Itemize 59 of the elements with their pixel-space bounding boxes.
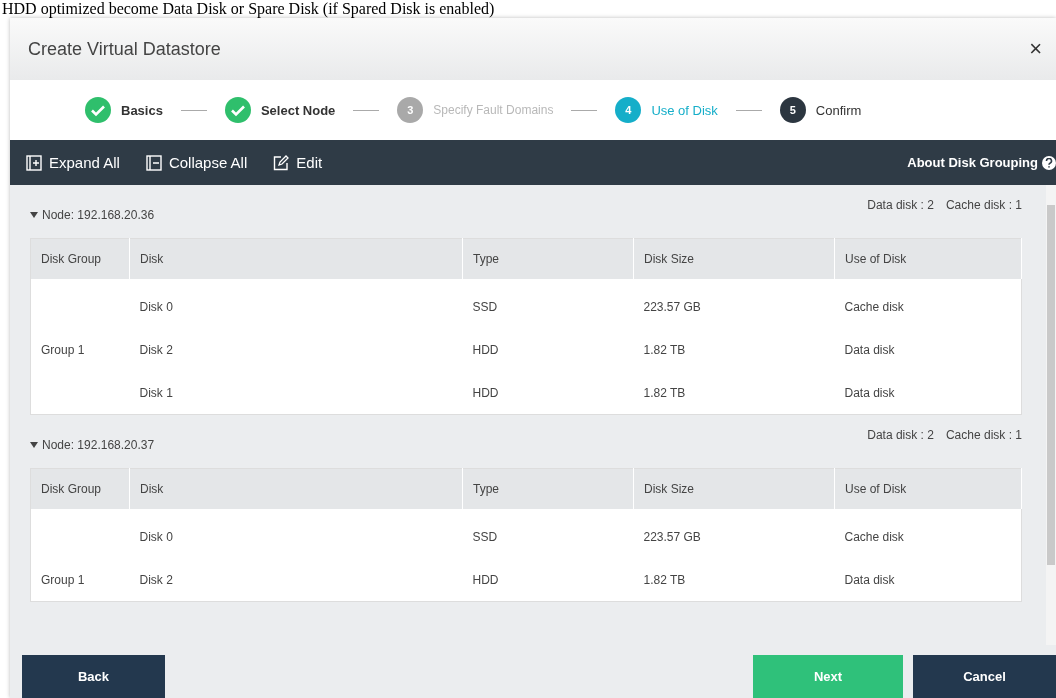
table-cell: Data disk <box>834 328 1022 371</box>
table-cell: 1.82 TB <box>633 558 835 602</box>
step-number: 3 <box>397 97 424 123</box>
step-label: Use of Disk <box>651 102 718 118</box>
column-header: Use of Disk <box>834 468 1022 509</box>
step-label: Specify Fault Domains <box>433 103 554 117</box>
table-cell: 223.57 GB <box>633 279 835 328</box>
column-header: Type <box>462 238 634 279</box>
caption-text: HDD optimized become Data Disk or Spare Disk (if Spared Disk is enabled) <box>2 0 495 17</box>
table-cell: Cache disk <box>834 279 1022 328</box>
close-button[interactable]: × <box>1027 36 1044 62</box>
column-header: Disk Size <box>633 238 835 279</box>
step-number: 4 <box>615 97 642 123</box>
table-cell: Data disk <box>834 558 1022 602</box>
column-header: Type <box>462 468 634 509</box>
table-cell: Group 1 <box>30 558 130 602</box>
cancel-button[interactable]: Cancel <box>913 655 1056 698</box>
step-label: Basics <box>121 102 163 118</box>
collapse-all-icon <box>145 154 162 171</box>
help-link[interactable]: About Disk Grouping <box>907 155 1056 170</box>
table-cell: Group 1 <box>30 328 130 371</box>
back-button[interactable]: Back <box>22 655 165 698</box>
collapse-all-button[interactable]: Collapse All <box>145 154 248 171</box>
table-cell: 1.82 TB <box>633 328 835 371</box>
edit-icon <box>273 154 290 171</box>
table-cell: HDD <box>462 558 634 602</box>
dialog-title: Create Virtual Datastore <box>28 38 221 60</box>
step-label: Select Node <box>260 102 336 118</box>
column-header: Disk <box>129 468 463 509</box>
table-cell: Disk 2 <box>129 328 463 371</box>
step-label: Confirm <box>815 102 862 118</box>
column-header: Disk Group <box>30 238 130 279</box>
disk-count: Data disk : 2 <box>867 428 934 442</box>
caret-icon <box>30 442 38 448</box>
table-cell: 1.82 TB <box>633 371 835 415</box>
table-cell: Disk 0 <box>129 279 463 328</box>
disk-count: Data disk : 2 <box>867 198 934 212</box>
disk-count: Cache disk : 1 <box>945 428 1022 442</box>
edit-button[interactable]: Edit <box>273 154 323 171</box>
table-cell: SSD <box>462 509 634 558</box>
caret-icon <box>30 212 38 218</box>
table-cell: Disk 1 <box>129 371 463 415</box>
table-cell: 223.57 GB <box>633 509 835 558</box>
column-header: Disk <box>129 238 463 279</box>
column-header: Use of Disk <box>834 238 1022 279</box>
table-cell: HDD <box>462 328 634 371</box>
table-cell: Disk 0 <box>129 509 463 558</box>
table-cell: Disk 2 <box>129 558 463 602</box>
expand-all-button[interactable]: Expand All <box>26 154 120 171</box>
scrollbar[interactable] <box>1046 185 1056 645</box>
step-number: 5 <box>779 97 806 123</box>
expand-all-icon <box>26 154 42 171</box>
table-cell: Cache disk <box>834 509 1022 558</box>
column-header: Disk Group <box>30 468 130 509</box>
table-cell: HDD <box>462 371 634 415</box>
table-cell: Data disk <box>834 371 1022 415</box>
disk-count: Cache disk : 1 <box>945 198 1022 212</box>
column-header: Disk Size <box>633 468 835 509</box>
table-cell: SSD <box>462 279 634 328</box>
